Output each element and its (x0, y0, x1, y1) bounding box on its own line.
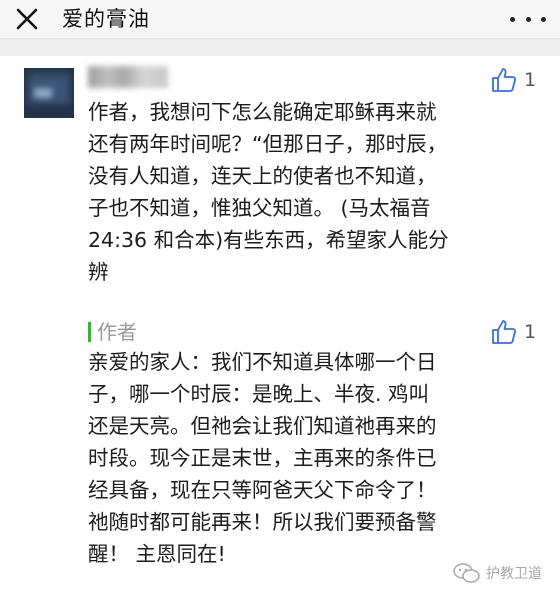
thumbs-up-icon (492, 68, 517, 92)
watermark: 护教卫道 (452, 562, 542, 584)
reply-author: 作者 (97, 320, 137, 344)
close-icon[interactable] (14, 6, 40, 32)
section-divider (0, 39, 560, 56)
reply-like-count: 1 (524, 321, 537, 343)
comment-like-button[interactable]: 1 (490, 66, 536, 94)
comment-text: 作者，我想问下怎么能确定耶稣再来就 还有两年时间呢？“但那日子，那时辰， 没有人… (88, 100, 449, 284)
watermark-text: 护教卫道 (486, 566, 542, 582)
comment-like-count: 1 (524, 69, 537, 91)
reply-accent-bar (88, 322, 91, 342)
username-blurred[interactable] (88, 66, 168, 88)
page-title: 爱的膏油 (62, 7, 150, 31)
reply-text: 亲爱的家人：我们不知道具体哪一个日 子，哪一个时辰：是晚上、半夜. 鸡叫 还是天… (88, 350, 437, 566)
more-icon[interactable] (510, 10, 546, 28)
top-bar: 爱的膏油 (0, 0, 560, 39)
reply-like-button[interactable]: 1 (490, 318, 536, 346)
avatar[interactable] (24, 68, 74, 118)
wechat-icon (453, 563, 480, 583)
thumbs-up-icon (492, 320, 517, 344)
